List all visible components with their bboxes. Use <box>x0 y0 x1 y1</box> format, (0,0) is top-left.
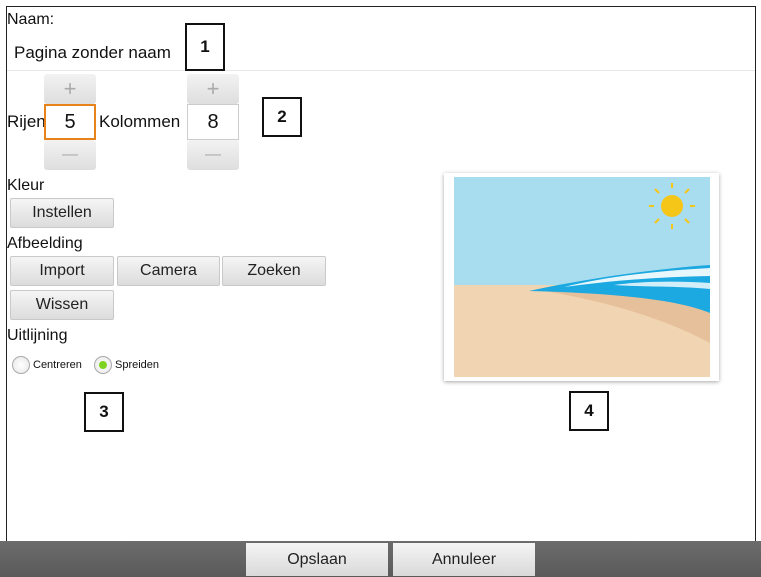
name-label: Naam: <box>7 11 55 28</box>
radio-center-label: Centreren <box>33 359 82 371</box>
cols-decrement-button[interactable]: — <box>187 140 239 170</box>
plus-icon: + <box>63 76 77 101</box>
cols-increment-button[interactable]: + <box>187 74 239 104</box>
callout-1: 1 <box>185 23 225 71</box>
import-button[interactable]: Import <box>10 256 114 286</box>
radio-center-circle[interactable] <box>12 356 30 374</box>
radio-center[interactable]: Centreren <box>12 356 82 374</box>
radio-spread[interactable]: Spreiden <box>94 356 159 374</box>
name-value: Pagina zonder naam <box>14 42 171 62</box>
cols-stepper: + 8 — <box>187 74 239 170</box>
search-button[interactable]: Zoeken <box>222 256 326 286</box>
radio-spread-circle[interactable] <box>94 356 112 374</box>
color-label: Kleur <box>7 177 45 194</box>
bottom-action-bar: Opslaan Annuleer <box>0 541 761 577</box>
callout-4: 4 <box>569 391 609 431</box>
rows-stepper: + 5 — <box>44 74 96 170</box>
beach-image <box>454 177 710 377</box>
cancel-button[interactable]: Annuleer <box>393 543 535 576</box>
camera-button[interactable]: Camera <box>117 256 220 286</box>
save-button[interactable]: Opslaan <box>246 543 388 576</box>
callout-3: 3 <box>84 392 124 432</box>
set-color-button[interactable]: Instellen <box>10 198 114 228</box>
dialog-frame: Naam: Pagina zonder naam Rijen + 5 — Kol… <box>6 6 756 571</box>
name-input[interactable]: Pagina zonder naam <box>7 35 755 71</box>
plus-icon: + <box>206 76 220 101</box>
cols-label: Kolommen <box>99 112 181 131</box>
minus-icon: — <box>205 146 221 163</box>
rows-label: Rijen <box>7 112 46 131</box>
cols-value: 8 <box>207 110 219 133</box>
rows-decrement-button[interactable]: — <box>44 140 96 170</box>
background-preview[interactable] <box>444 173 719 381</box>
rows-value: 5 <box>64 110 76 133</box>
radio-spread-label: Spreiden <box>115 359 160 371</box>
alignment-label: Uitlijning <box>7 327 68 344</box>
image-label: Afbeelding <box>7 235 83 252</box>
minus-icon: — <box>62 146 78 163</box>
cols-value-field[interactable]: 8 <box>187 104 239 140</box>
clear-button[interactable]: Wissen <box>10 290 114 320</box>
rows-increment-button[interactable]: + <box>44 74 96 104</box>
callout-2: 2 <box>262 97 302 137</box>
rows-value-field[interactable]: 5 <box>44 104 96 140</box>
